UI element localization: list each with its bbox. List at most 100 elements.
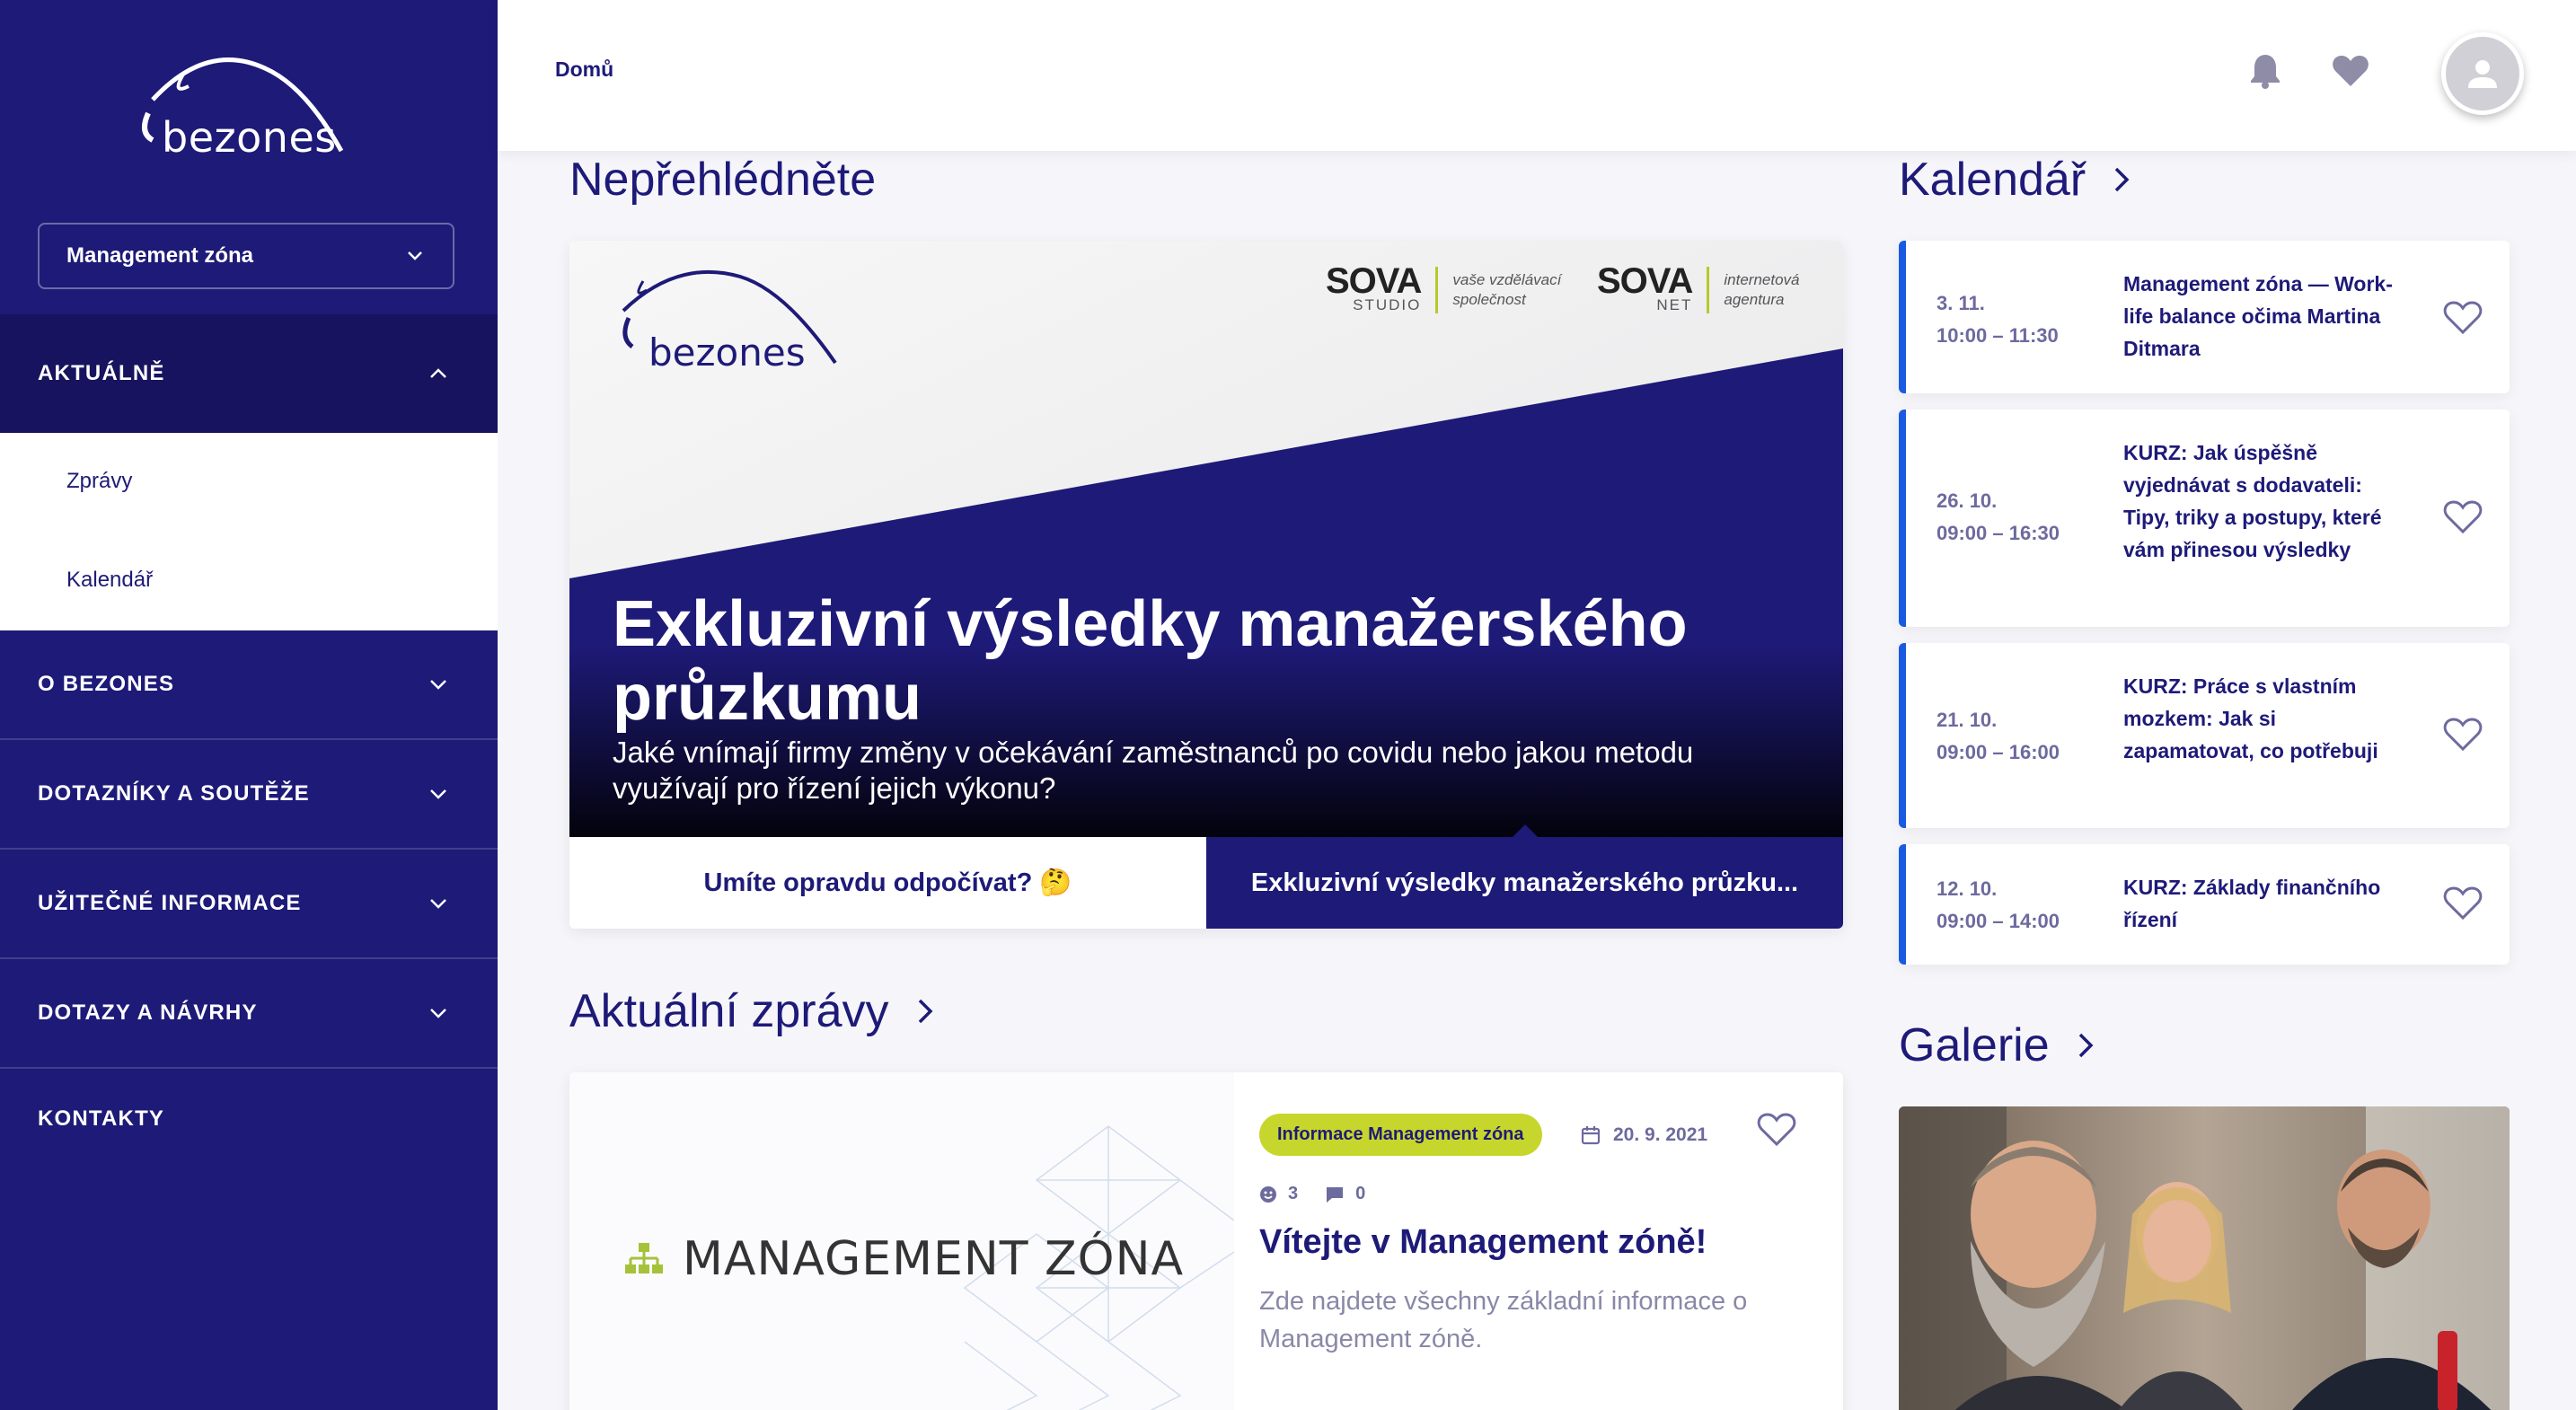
chevron-down-icon: [402, 243, 428, 269]
sidebar-item-zpravy[interactable]: Zprávy: [66, 469, 132, 494]
event-datetime: 3. 11. 10:00 – 11:30: [1936, 287, 2059, 352]
chevron-right-icon: [2114, 167, 2130, 192]
bell-icon[interactable]: [2245, 50, 2286, 92]
sova-net-logo: SOVA NET internetová agentura: [1597, 261, 1800, 314]
chevron-down-icon: [426, 781, 451, 806]
sidebar-item-kalendar[interactable]: Kalendář: [66, 568, 153, 593]
reactions-value: 3: [1288, 1184, 1299, 1203]
event-date: 26. 10.: [1936, 489, 1998, 512]
breadcrumb[interactable]: Domů: [555, 57, 613, 82]
sponsor-name: SOVA: [1326, 261, 1422, 301]
news-date-text: 20. 9. 2021: [1613, 1124, 1708, 1145]
logo-text: bezones: [162, 113, 337, 162]
sponsor-tagline-line: internetová: [1724, 271, 1800, 288]
sidebar: bezones Management zóna AKTUÁLNĚ Zprávy …: [0, 0, 498, 1410]
news-category-badge[interactable]: Informace Management zóna: [1259, 1114, 1542, 1156]
news-card[interactable]: MANAGEMENT ZÓNA Informace Management zón…: [569, 1072, 1843, 1410]
banner-logo-text: bezones: [648, 330, 806, 375]
sponsor-tagline-line: vaše vzdělávací: [1452, 271, 1562, 288]
chevron-right-icon: [2078, 1033, 2094, 1058]
nav-section-label: UŽITEČNÉ INFORMACE: [38, 891, 302, 915]
nav-section-dotazniky[interactable]: DOTAZNÍKY A SOUTĚŽE: [0, 740, 498, 850]
section-title-text: Nepřehlédněte: [569, 154, 877, 206]
event-title[interactable]: KURZ: Práce s vlastním mozkem: Jak si za…: [2123, 670, 2411, 767]
featured-tab-rest[interactable]: Umíte opravdu odpočívat? 🤔: [569, 837, 1206, 929]
top-header: Domů: [498, 0, 2576, 151]
calendar-event[interactable]: 21. 10. 09:00 – 16:00 KURZ: Práce s vlas…: [1899, 643, 2510, 828]
sponsor-name: SOVA: [1597, 261, 1693, 301]
sponsor-tagline-line: společnost: [1452, 291, 1526, 308]
nav-section-uzitecne-informace[interactable]: UŽITEČNÉ INFORMACE: [0, 850, 498, 959]
nav-section-label: DOTAZY A NÁVRHY: [38, 1000, 258, 1025]
news-date: 20. 9. 2021: [1581, 1124, 1707, 1146]
featured-banner[interactable]: bezones SOVA STUDIO vaše vzdělávací spol…: [569, 241, 1843, 837]
nav-section-label: AKTUÁLNĚ: [38, 361, 165, 385]
reactions-count: 3: [1259, 1184, 1298, 1204]
nav-section-kontakty[interactable]: KONTAKTY: [0, 1069, 498, 1169]
user-icon: [2468, 60, 2497, 88]
favorite-heart-icon[interactable]: [2443, 499, 2483, 540]
featured-title[interactable]: Exkluzivní výsledky manažerského průzkum…: [613, 587, 1780, 735]
event-time: 09:00 – 14:00: [1936, 910, 2060, 932]
news-title[interactable]: Vítejte v Management zóně!: [1259, 1223, 1707, 1262]
favorite-heart-icon[interactable]: [2443, 717, 2483, 757]
event-time: 09:00 – 16:30: [1936, 522, 2060, 544]
calendar-section-title[interactable]: Kalendář: [1899, 153, 2130, 207]
sponsor-divider: [1435, 267, 1439, 313]
event-time: 09:00 – 16:00: [1936, 741, 2060, 763]
featured-carousel[interactable]: bezones SOVA STUDIO vaše vzdělávací spol…: [569, 241, 1843, 929]
chevron-down-icon: [426, 672, 451, 697]
gallery-section-title[interactable]: Galerie: [1899, 1018, 2095, 1072]
comment-icon: [1327, 1186, 1344, 1203]
news-stats: 3 0: [1259, 1184, 1365, 1204]
chevron-right-icon: [918, 999, 932, 1024]
sponsor-tagline: internetová agentura: [1724, 270, 1799, 310]
event-title[interactable]: KURZ: Jak úspěšně vyjednávat s dodavatel…: [2123, 436, 2411, 566]
gallery-photo-illustration: [1899, 1106, 2510, 1410]
bezones-logo[interactable]: bezones: [135, 50, 359, 167]
zone-select[interactable]: Management zóna: [38, 223, 454, 289]
news-image[interactable]: MANAGEMENT ZÓNA: [569, 1072, 1234, 1410]
favorite-heart-icon[interactable]: [2443, 300, 2483, 340]
nav-section-label: KONTAKTY: [38, 1106, 165, 1131]
event-title[interactable]: Management zóna — Work-life balance očim…: [2123, 268, 2411, 365]
event-datetime: 12. 10. 09:00 – 14:00: [1936, 873, 2060, 938]
comments-count: 0: [1325, 1184, 1365, 1204]
event-date: 12. 10.: [1936, 877, 1998, 900]
section-title-text: Galerie: [1899, 1019, 2050, 1071]
smiley-icon: [1260, 1185, 1276, 1203]
user-avatar[interactable]: [2441, 32, 2524, 115]
featured-subtitle: Jaké vnímají firmy změny v očekávání zam…: [613, 736, 1694, 805]
favorite-heart-icon[interactable]: [1757, 1112, 1796, 1152]
news-section-title[interactable]: Aktuální zprávy: [569, 984, 934, 1038]
nav-section-dotazy-a-navrhy[interactable]: DOTAZY A NÁVRHY: [0, 959, 498, 1069]
heart-icon[interactable]: [2330, 50, 2371, 92]
calendar-event[interactable]: 26. 10. 09:00 – 16:30 KURZ: Jak úspěšně …: [1899, 410, 2510, 627]
sova-studio-logo: SOVA STUDIO vaše vzdělávací společnost: [1326, 261, 1561, 314]
nav-section-label: DOTAZNÍKY A SOUTĚŽE: [38, 781, 310, 806]
org-chart-icon: [625, 1243, 663, 1273]
featured-tabs: Umíte opravdu odpočívat? 🤔 Exkluzivní vý…: [569, 824, 1843, 929]
news-excerpt: Zde najdete všechny základní informace o…: [1259, 1287, 1748, 1353]
featured-tab-survey[interactable]: Exkluzivní výsledky manažerského průzku.…: [1206, 824, 1843, 929]
event-date: 21. 10.: [1936, 709, 1998, 731]
nav-section-o-bezones[interactable]: O BEZONES: [0, 630, 498, 740]
calendar-event[interactable]: 12. 10. 09:00 – 14:00 KURZ: Základy fina…: [1899, 844, 2510, 965]
nav-section-aktualne[interactable]: AKTUÁLNĚ: [0, 314, 498, 433]
event-time: 10:00 – 11:30: [1936, 324, 2059, 347]
event-datetime: 21. 10. 09:00 – 16:00: [1936, 704, 2060, 769]
submenu-aktualne: Zprávy Kalendář: [0, 433, 498, 630]
calendar-event[interactable]: 3. 11. 10:00 – 11:30 Management zóna — W…: [1899, 241, 2510, 393]
chevron-down-icon: [426, 1000, 451, 1026]
section-title-text: Aktuální zprávy: [569, 985, 889, 1037]
sponsor-divider: [1707, 267, 1710, 313]
event-title[interactable]: KURZ: Základy finančního řízení: [2123, 871, 2411, 936]
gallery-photo[interactable]: [1899, 1106, 2510, 1410]
favorite-heart-icon[interactable]: [2443, 886, 2483, 926]
sponsor-tagline: vaše vzdělávací společnost: [1452, 270, 1561, 310]
featured-section-title: Nepřehlédněte: [569, 153, 876, 207]
event-datetime: 26. 10. 09:00 – 16:30: [1936, 485, 2060, 550]
chevron-up-icon: [426, 361, 451, 386]
comments-value: 0: [1355, 1184, 1366, 1203]
chevron-down-icon: [426, 891, 451, 916]
